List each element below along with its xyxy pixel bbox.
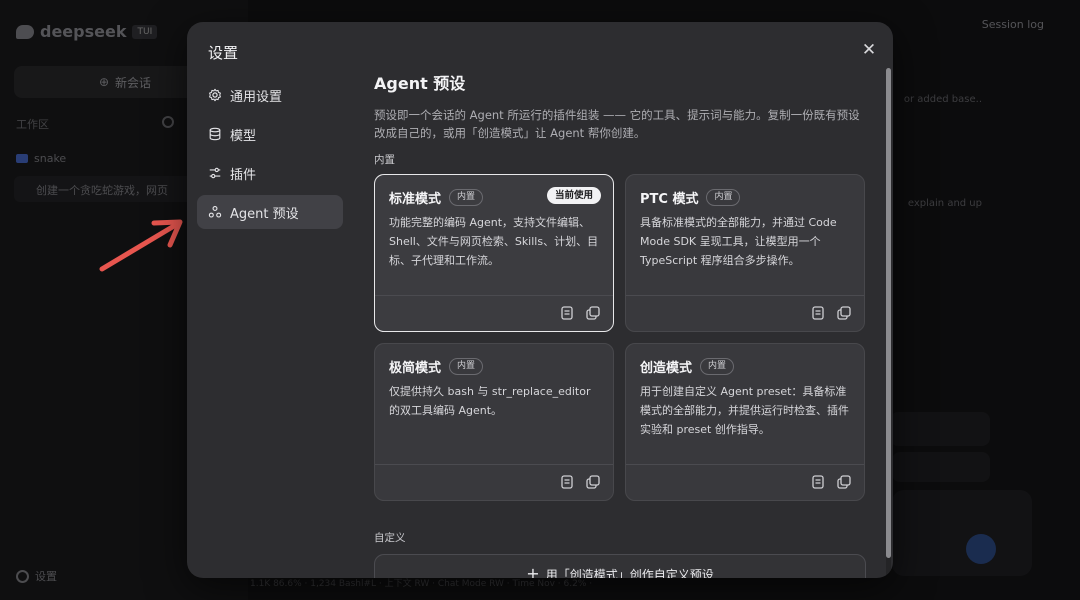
preset-name: PTC 模式 — [640, 192, 699, 207]
copy-icon[interactable] — [585, 305, 601, 321]
copy-icon[interactable] — [836, 305, 852, 321]
create-custom-preset-button[interactable]: + 用「创造模式」创作自定义预设 — [374, 554, 866, 578]
plus-icon: + — [526, 564, 540, 579]
document-icon[interactable] — [810, 305, 826, 321]
preset-description: 用于创建自定义 Agent preset：具备标准模式的全部能力，并提供运行时检… — [640, 385, 849, 436]
current-badge: 当前使用 — [546, 187, 601, 204]
preset-name: 极简模式 — [389, 361, 442, 376]
custom-group-label: 自定义 — [374, 532, 406, 544]
preset-description: 功能完整的编码 Agent，支持文件编辑、Shell、文件与网页检索、Skill… — [389, 216, 599, 267]
modal-title: 设置 — [208, 44, 239, 62]
content-scrollbar[interactable] — [886, 68, 891, 578]
nav-label: 通用设置 — [230, 89, 283, 105]
settings-modal: 设置 ✕ 通用设置 模型 插件 Agent 预设 Agent 预设 预设即一个会… — [187, 22, 893, 578]
preset-card-ptc[interactable]: PTC 模式 内置 具备标准模式的全部能力，并通过 Code Mode SDK … — [625, 174, 865, 332]
sliders-icon — [209, 167, 221, 179]
card-footer — [375, 295, 613, 331]
page-description: 预设即一个会话的 Agent 所运行的插件组装 —— 它的工具、提示词与能力。复… — [374, 108, 860, 140]
builtin-badge: 内置 — [449, 358, 484, 375]
settings-nav: 通用设置 模型 插件 Agent 预设 — [197, 78, 343, 234]
nav-label: 模型 — [230, 128, 257, 144]
nav-item-models[interactable]: 模型 — [197, 117, 343, 151]
builtin-badge: 内置 — [449, 189, 484, 206]
card-footer — [375, 464, 613, 500]
nav-label: Agent 预设 — [230, 206, 299, 222]
nav-item-general[interactable]: 通用设置 — [197, 78, 343, 112]
card-footer — [626, 295, 864, 331]
preset-card-minimal[interactable]: 极简模式 内置 仅提供持久 bash 与 str_replace_editor … — [374, 343, 614, 501]
preset-card-create[interactable]: 创造模式 内置 用于创建自定义 Agent preset：具备标准模式的全部能力… — [625, 343, 865, 501]
card-footer — [626, 464, 864, 500]
builtin-group-label: 内置 — [374, 154, 395, 166]
close-icon[interactable]: ✕ — [860, 41, 878, 59]
nav-label: 插件 — [230, 167, 257, 183]
builtin-badge: 内置 — [706, 189, 741, 206]
document-icon[interactable] — [559, 305, 575, 321]
gear-icon — [209, 88, 221, 102]
preset-name: 标准模式 — [389, 192, 442, 207]
nav-item-agent-presets[interactable]: Agent 预设 — [197, 195, 343, 229]
document-icon[interactable] — [559, 474, 575, 490]
copy-icon[interactable] — [585, 474, 601, 490]
preset-grid: 标准模式 内置 当前使用 功能完整的编码 Agent，支持文件编辑、Shell、… — [374, 174, 866, 504]
agent-preset-icon — [208, 206, 222, 218]
nav-item-plugins[interactable]: 插件 — [197, 156, 343, 190]
preset-description: 仅提供持久 bash 与 str_replace_editor 的双工具编码 A… — [389, 385, 591, 417]
scrollbar-thumb[interactable] — [886, 68, 891, 558]
builtin-badge: 内置 — [700, 358, 735, 375]
preset-card-standard[interactable]: 标准模式 内置 当前使用 功能完整的编码 Agent，支持文件编辑、Shell、… — [374, 174, 614, 332]
preset-description: 具备标准模式的全部能力，并通过 Code Mode SDK 呈现工具，让模型用一… — [640, 216, 837, 267]
preset-name: 创造模式 — [640, 361, 693, 376]
create-button-label: 用「创造模式」创作自定义预设 — [545, 567, 714, 579]
document-icon[interactable] — [810, 474, 826, 490]
settings-content: Agent 预设 预设即一个会话的 Agent 所运行的插件组装 —— 它的工具… — [374, 70, 874, 578]
page-title: Agent 预设 — [374, 74, 466, 93]
copy-icon[interactable] — [836, 474, 852, 490]
annotation-arrow-icon — [99, 219, 183, 272]
database-icon — [209, 127, 221, 141]
